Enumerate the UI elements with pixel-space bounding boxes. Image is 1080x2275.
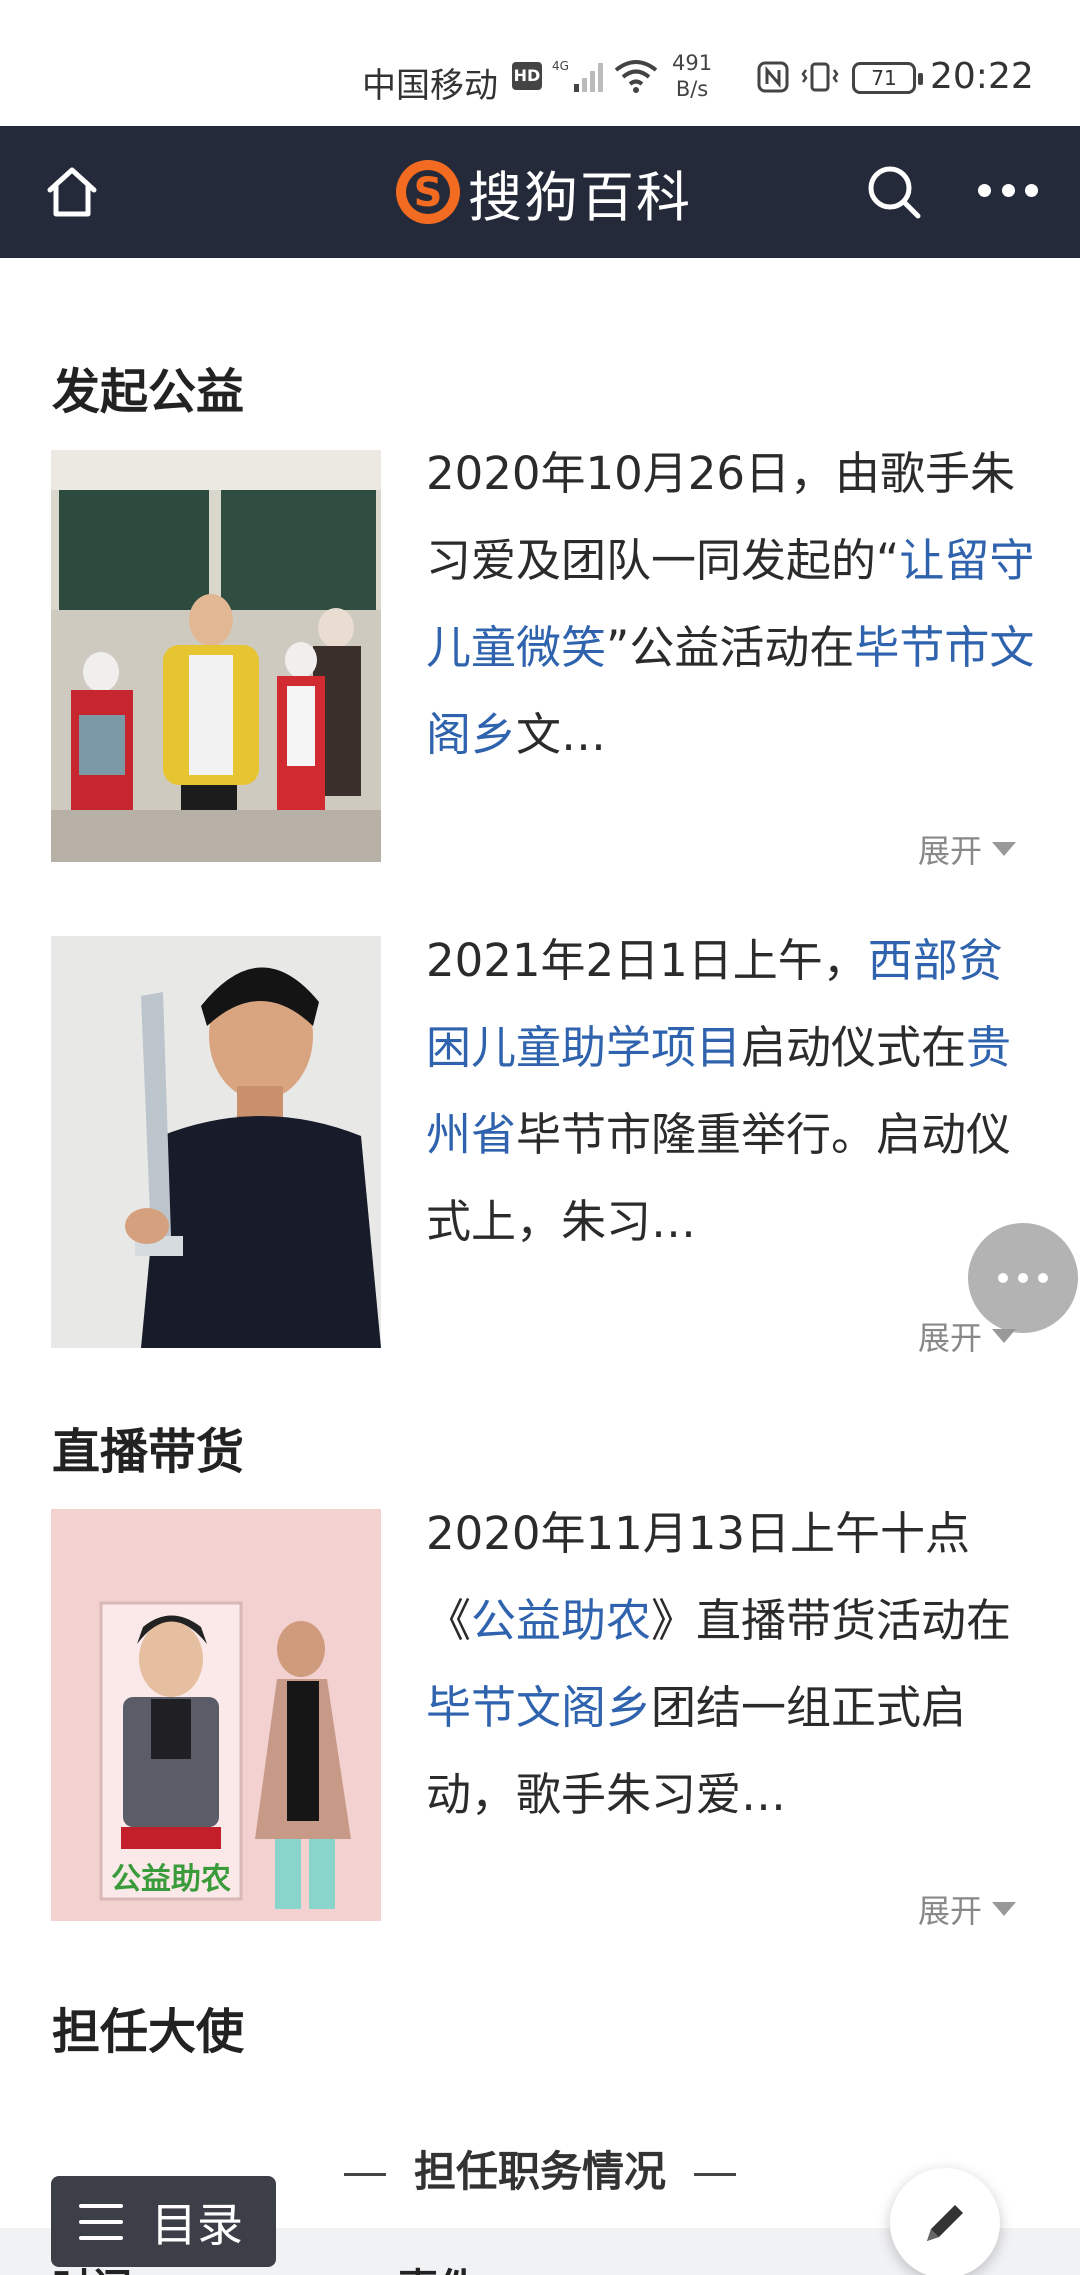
entry-image-trophy[interactable] [51,936,381,1348]
cell-signal-icon: 4G [552,59,603,92]
chevron-down-icon [992,842,1017,856]
charity-photo [51,450,381,862]
entry-text-part: 启动仪式在 [741,1021,967,1074]
wifi-icon [614,60,658,93]
chevron-down-icon [992,1902,1017,1916]
expand-label: 展开 [918,832,983,870]
vibrate-icon [801,62,839,92]
link-charity-agriculture[interactable]: 公益助农 [471,1594,651,1647]
entry-text-charity: 2020年10月26日，由歌手朱习爱及团队一同发起的“让留守儿童微笑”公益活动在… [426,430,1036,778]
toc-button[interactable]: 目录 [51,2176,276,2267]
menu-icon [79,2203,123,2240]
expand-button[interactable]: 展开 [918,826,1017,872]
network-rate-unit: B/s [675,77,709,101]
battery-level: 71 [871,66,897,90]
entry-text-trophy: 2021年2日1日上午，西部贫困儿童助学项目启动仪式在贵州省毕节市隆重举行。启动… [426,917,1036,1265]
link-bijie-wenge-village[interactable]: 毕节文阁乡 [426,1681,651,1734]
expand-label: 展开 [918,1892,983,1930]
search-icon[interactable] [864,162,924,222]
entry-image-livestream[interactable]: 公益助农 [51,1509,381,1921]
divider [343,2173,386,2176]
entry-text-part: 2021年2日1日上午， [426,934,868,987]
banner-text: 公益助农 [111,1862,231,1897]
network-rate-value: 491 [672,51,713,75]
hd-badge: HD [512,62,542,90]
floating-more-button[interactable] [968,1223,1078,1333]
status-bar: 中国移动 HD 4G 491 B/s 71 20:22 [0,0,1080,126]
edit-button[interactable] [890,2168,1000,2275]
sogou-logo-icon: S [396,160,460,224]
trophy-photo [51,936,381,1348]
livestream-photo: 公益助农 [51,1509,381,1921]
subheading-text: 担任职务情况 [413,2147,666,2196]
carrier-name: 中国移动 [362,66,498,106]
toc-label: 目录 [151,2197,243,2252]
network-rate: 491 B/s [672,50,712,102]
pencil-icon [927,2205,963,2241]
network-type-label: 4G [552,59,569,73]
clock: 20:22 [930,56,1034,97]
svg-text:S: S [414,170,443,216]
expand-button[interactable]: 展开 [918,1886,1017,1932]
sogou-baike-logo[interactable]: S 搜狗百科 [392,156,692,229]
entry-image-charity[interactable] [51,450,381,862]
nfc-icon [757,61,789,93]
entry-text-part: 》直播带货活动在 [651,1594,1012,1647]
section-title-charity: 发起公益 [52,364,245,420]
entry-text-part: ”公益活动在 [606,621,855,674]
table-header-event: 事件 [398,2256,478,2275]
top-navbar: S 搜狗百科 [0,126,1080,258]
section-title-ambassador: 担任大使 [52,2004,245,2060]
logo-text: 搜狗百科 [468,165,692,229]
expand-label: 展开 [918,1319,983,1357]
entry-text-part: 文… [516,708,607,761]
battery-icon: 71 [852,62,923,94]
more-menu-icon[interactable] [978,184,1038,200]
entry-text-livestream: 2020年11月13日上午十点《公益助农》直播带货活动在毕节文阁乡团结一组正式启… [426,1490,1036,1838]
section-title-livestream: 直播带货 [52,1424,245,1480]
home-icon[interactable] [42,162,102,222]
divider [694,2173,736,2176]
